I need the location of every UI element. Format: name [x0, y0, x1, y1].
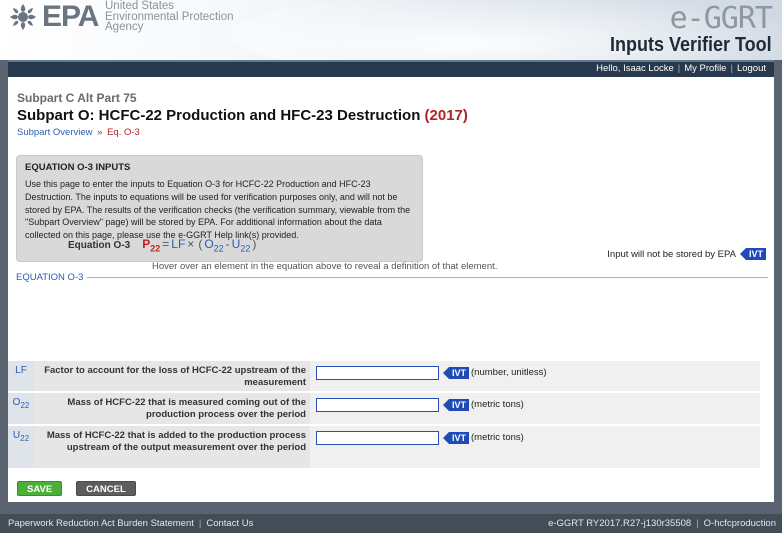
app-name: e-GGRT [669, 1, 773, 36]
variable-description: Mass of HCFC-22 that is measured coming … [67, 397, 306, 420]
open-paren: ( [198, 237, 203, 251]
agency-name: United States Environmental Protection A… [105, 1, 233, 33]
u22-input[interactable] [316, 431, 439, 445]
user-bar: Hello, Isaac Locke | My Profile | Logout [8, 60, 774, 77]
footer-left: Paperwork Reduction Act Burden Statement… [8, 514, 253, 533]
term-O-sub: 22 [213, 243, 224, 254]
equation-term-P22[interactable]: P22 [142, 237, 160, 253]
unit-label: (metric tons) [471, 432, 524, 443]
site-header: EPA United States Environmental Protecti… [0, 0, 782, 60]
equals-sign: = [162, 237, 170, 251]
ivt-tag: IVT [739, 248, 766, 260]
save-button[interactable]: SAVE [17, 481, 63, 496]
breadcrumb-current: Eq. O-3 [107, 127, 140, 138]
lf-input[interactable] [316, 366, 439, 380]
variable-symbol: U22 [8, 426, 34, 468]
equation-formula: P22 = LF × ( O22 - U22 ) [142, 237, 258, 253]
my-profile-link[interactable]: My Profile [684, 63, 726, 74]
close-paren: ) [252, 237, 257, 251]
divider: | [198, 518, 202, 529]
agency-line: Agency [105, 21, 144, 33]
page-title-text: Subpart O: HCFC-22 Production and HFC-23… [17, 107, 421, 124]
epa-logo-text: EPA [42, 0, 99, 33]
app-brand: e-GGRT Inputs Verifier Tool [592, 1, 773, 57]
page-title: Subpart O: HCFC-22 Production and HFC-23… [17, 107, 468, 124]
footer-right: e-GGRT RY2017.R27-j130r35508 | O-hcfcprodu… [548, 514, 776, 533]
ivt-label: IVT [449, 432, 470, 444]
o22-input[interactable] [316, 398, 439, 412]
divider: | [730, 63, 733, 74]
input-row-u22: U22 Mass of HCFC-22 that is added to the… [8, 426, 760, 470]
epa-logo[interactable]: EPA [6, 0, 99, 33]
instructions-text: Use this page to enter the inputs to Equ… [25, 179, 411, 241]
equation-line: Equation O-3 P22 = LF × ( O22 - U22 ) [68, 237, 258, 253]
term-O: O [204, 237, 214, 251]
logout-link[interactable]: Logout [737, 63, 766, 74]
equation-legend: EQUATION O-3 [16, 272, 88, 283]
input-row-lf: LF Factor to account for the loss of HCF… [8, 361, 760, 393]
version-label: e-GGRT RY2017.R27-j130r35508 [548, 518, 692, 529]
var-sub: 22 [20, 401, 30, 410]
equation-label: Equation O-3 [68, 240, 131, 251]
ivt-tag: IVT [443, 367, 470, 379]
breadcrumb-subpart-overview[interactable]: Subpart Overview [17, 127, 93, 138]
divider: | [677, 63, 681, 74]
minus-sign: - [225, 237, 230, 251]
divider: | [696, 518, 699, 529]
breadcrumb-separator: » [97, 127, 103, 138]
term-P-sub: 22 [150, 243, 161, 254]
variable-description: Factor to account for the loss of HCFC-2… [44, 365, 306, 388]
variable-description: Mass of HCFC-22 that is added to the pro… [46, 430, 306, 453]
epa-flower-icon [10, 4, 36, 30]
ivt-label: IVT [449, 399, 470, 411]
subpart-crumb: Subpart C Alt Part 75 [17, 91, 137, 105]
unit-label: (number, unitless) [471, 367, 547, 378]
term-U-sub: 22 [240, 243, 251, 254]
app-subtitle: Inputs Verifier Tool [610, 34, 772, 56]
server-label: O-hcfcproduction [703, 518, 776, 529]
instructions-heading: EQUATION O-3 INPUTS [25, 162, 131, 173]
breadcrumb: Subpart Overview » Eq. O-3 [17, 127, 140, 138]
agency-line: United States [105, 0, 175, 12]
input-cell: IVT (metric tons) [310, 426, 760, 468]
ivt-label: IVT [449, 367, 470, 379]
ivt-tag: IVT [443, 432, 470, 444]
equation-term-O22[interactable]: O22 [204, 237, 223, 253]
equation-term-U22[interactable]: U22 [232, 237, 251, 253]
paperwork-link[interactable]: Paperwork Reduction Act Burden Statement [8, 518, 194, 529]
contact-us-link[interactable]: Contact Us [206, 518, 253, 529]
inputs-table: LF Factor to account for the loss of HCF… [8, 361, 760, 470]
cancel-button[interactable]: CANCEL [76, 481, 136, 496]
variable-symbol: O22 [8, 393, 34, 424]
not-stored-notice: Input will not be stored by EPA IVT [607, 248, 766, 260]
form-buttons: SAVE CANCEL [17, 481, 136, 496]
equation-term-LF[interactable]: LF [171, 237, 185, 251]
var-sub: 22 [20, 434, 30, 443]
unit-label: (metric tons) [471, 399, 524, 410]
times-sign: × [187, 237, 195, 251]
equation-hint: Hover over an element in the equation ab… [152, 261, 498, 272]
input-cell: IVT (metric tons) [310, 393, 760, 424]
site-footer: Paperwork Reduction Act Burden Statement… [0, 514, 782, 533]
ivt-label: IVT [745, 248, 766, 260]
input-cell: IVT (number, unitless) [310, 361, 760, 391]
user-greeting: Hello, Isaac Locke [596, 63, 674, 74]
input-row-o22: O22 Mass of HCFC-22 that is measured com… [8, 393, 760, 426]
var-name: LF [15, 365, 27, 376]
not-stored-text: Input will not be stored by EPA [607, 248, 736, 260]
reporting-year: (2017) [424, 107, 468, 124]
ivt-tag: IVT [443, 399, 470, 411]
variable-symbol: LF [8, 361, 34, 391]
